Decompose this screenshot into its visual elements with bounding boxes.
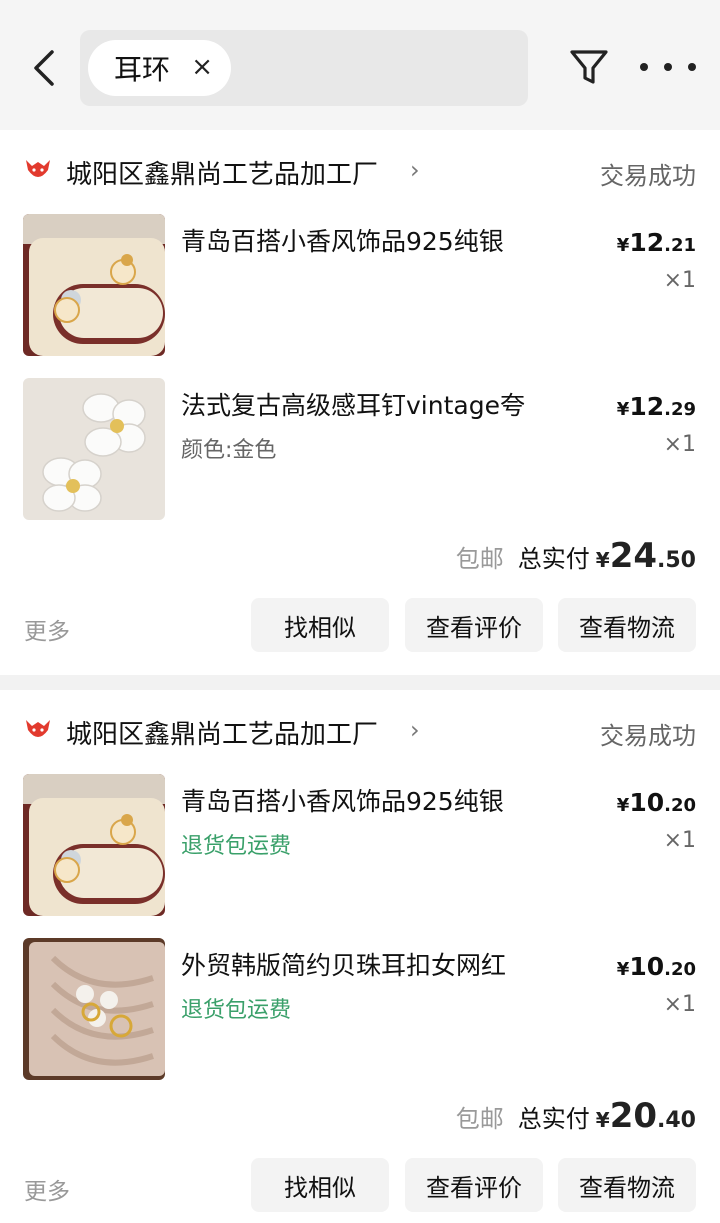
find-similar-button[interactable]: 找相似	[251, 598, 389, 652]
item-subtitle: 颜色:金色	[181, 438, 277, 463]
free-shipping-label: 包邮	[455, 545, 504, 573]
search-box[interactable]: 耳环 ×	[80, 30, 528, 106]
order-status: 交易成功	[600, 162, 696, 190]
item-quantity: ×1	[663, 992, 696, 1017]
order-item[interactable]: 青岛百搭小香风饰品925纯银 ¥12.21 ×1	[0, 214, 720, 356]
item-title: 青岛百搭小香风饰品925纯银	[181, 227, 504, 256]
more-link[interactable]: 更多	[24, 612, 70, 646]
close-icon[interactable]: ×	[191, 52, 213, 82]
order-item[interactable]: 外贸韩版简约贝珠耳扣女网红 退货包运费 ¥10.20 ×1	[0, 938, 720, 1080]
order-item[interactable]: 法式复古高级感耳钉vintage夸 颜色:金色 ¥12.29 ×1	[0, 378, 720, 520]
more-menu-button[interactable]	[640, 52, 696, 82]
item-quantity: ×1	[663, 432, 696, 457]
chevron-right-icon: ›	[410, 156, 420, 184]
top-bar: 耳环 ×	[0, 0, 720, 130]
item-price: ¥10.20	[616, 788, 696, 817]
order-total: 包邮 总实付 ¥ 24 .50	[455, 536, 696, 576]
filter-button[interactable]	[566, 44, 612, 90]
total-amount: 20	[609, 1096, 658, 1136]
item-price: ¥10.20	[616, 952, 696, 981]
item-title: 外贸韩版简约贝珠耳扣女网红	[181, 951, 507, 980]
item-price: ¥12.29	[616, 392, 696, 421]
find-similar-button[interactable]: 找相似	[251, 1158, 389, 1212]
search-chip-label: 耳环	[114, 53, 171, 86]
return-shipping-badge: 退货包运费	[181, 998, 292, 1023]
shop-logo-icon	[26, 160, 50, 177]
view-review-button[interactable]: 查看评价	[405, 1158, 543, 1212]
item-quantity: ×1	[663, 828, 696, 853]
shop-row[interactable]: 城阳区鑫鼎尚工艺品加工厂 › 交易成功	[0, 690, 720, 770]
shop-name[interactable]: 城阳区鑫鼎尚工艺品加工厂	[66, 154, 378, 191]
more-link[interactable]: 更多	[24, 1172, 70, 1206]
return-shipping-badge: 退货包运费	[181, 834, 292, 859]
order-total: 包邮 总实付 ¥ 20 .40	[455, 1096, 696, 1136]
chevron-left-icon	[34, 50, 54, 86]
free-shipping-label: 包邮	[455, 1105, 504, 1133]
product-image	[23, 774, 165, 916]
shop-name[interactable]: 城阳区鑫鼎尚工艺品加工厂	[66, 714, 378, 751]
order-card: 城阳区鑫鼎尚工艺品加工厂 › 交易成功 青岛百搭小香风饰品925纯银 退货包运费…	[0, 690, 720, 1223]
item-title: 法式复古高级感耳钉vintage夸	[181, 391, 525, 420]
shop-row[interactable]: 城阳区鑫鼎尚工艺品加工厂 › 交易成功	[0, 130, 720, 210]
funnel-icon	[570, 50, 608, 84]
view-review-button[interactable]: 查看评价	[405, 598, 543, 652]
order-card: 城阳区鑫鼎尚工艺品加工厂 › 交易成功 青岛百搭小香风饰品925纯银 ¥12.2…	[0, 130, 720, 675]
total-amount: 24	[609, 536, 658, 576]
product-image	[23, 938, 165, 1080]
shop-logo-icon	[26, 720, 50, 737]
order-status: 交易成功	[600, 722, 696, 750]
order-item[interactable]: 青岛百搭小香风饰品925纯银 退货包运费 ¥10.20 ×1	[0, 774, 720, 916]
view-logistics-button[interactable]: 查看物流	[558, 598, 696, 652]
view-logistics-button[interactable]: 查看物流	[558, 1158, 696, 1212]
item-quantity: ×1	[663, 268, 696, 293]
total-label: 总实付	[517, 545, 590, 573]
item-price: ¥12.21	[616, 228, 696, 257]
search-chip[interactable]: 耳环 ×	[88, 40, 231, 96]
total-label: 总实付	[517, 1105, 590, 1133]
product-image	[23, 214, 165, 356]
back-button[interactable]	[20, 44, 68, 92]
product-image	[23, 378, 165, 520]
ellipsis-icon	[640, 63, 648, 71]
chevron-right-icon: ›	[410, 716, 420, 744]
item-title: 青岛百搭小香风饰品925纯银	[181, 787, 504, 816]
